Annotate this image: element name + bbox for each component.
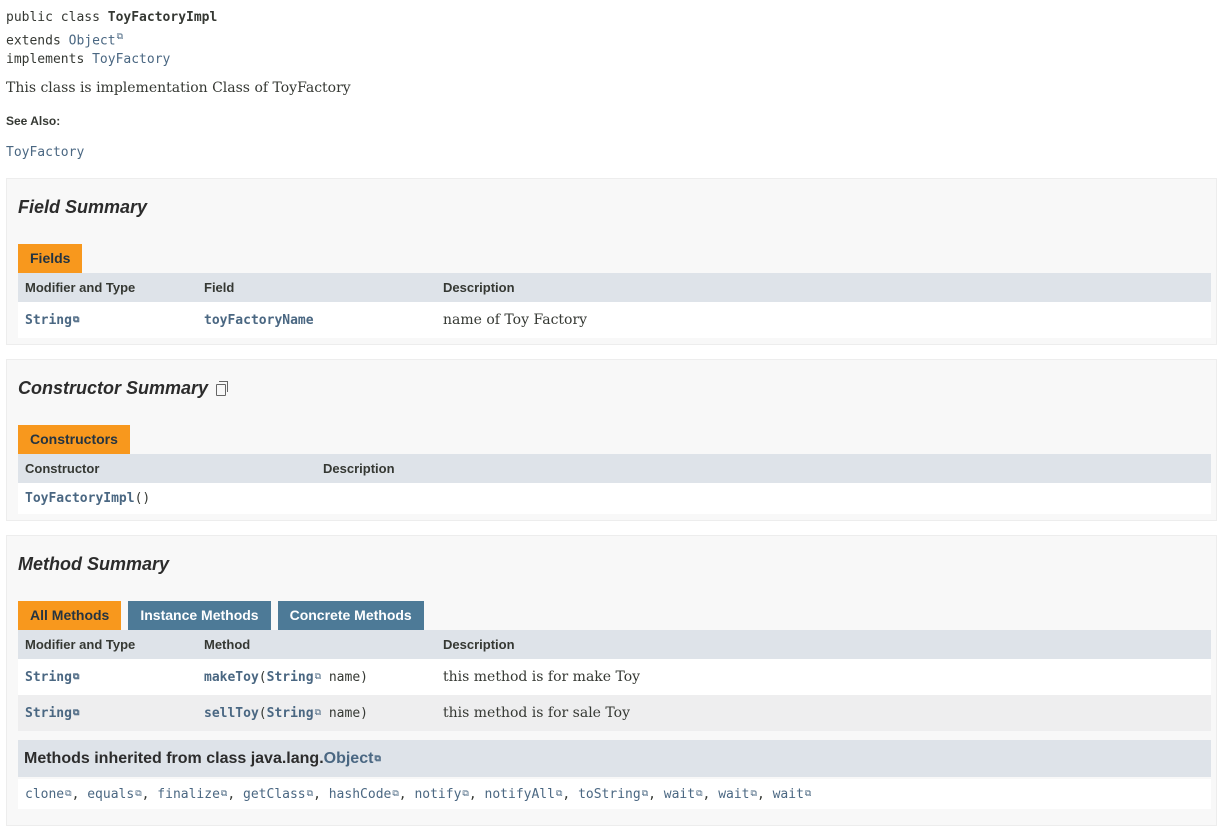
- field-summary-section: Field Summary Fields Modifier and Type F…: [6, 178, 1217, 345]
- inherited-method-link[interactable]: notify: [414, 787, 461, 802]
- extends-object-link[interactable]: Object: [69, 33, 116, 48]
- tab-concrete-methods[interactable]: Concrete Methods: [277, 601, 424, 630]
- inherited-method-link[interactable]: wait: [718, 787, 749, 802]
- constructor-summary-section: Constructor Summary Constructors Constru…: [6, 359, 1217, 521]
- class-name: ToyFactoryImpl: [107, 10, 218, 25]
- inherited-method-link[interactable]: wait: [664, 787, 695, 802]
- toyfactoryname-link[interactable]: toyFactoryName: [204, 313, 314, 328]
- separator: ,: [756, 786, 773, 802]
- implements-toyfactory-link[interactable]: ToyFactory: [92, 52, 170, 67]
- toyfactoryimpl-constructor-link[interactable]: ToyFactoryImpl: [25, 491, 135, 506]
- inherited-method-link[interactable]: wait: [773, 787, 804, 802]
- header-description: Description: [443, 280, 515, 295]
- constructor-summary-title: Constructor Summary: [18, 378, 229, 399]
- table-header: Modifier and Type Method Description: [18, 630, 1211, 659]
- header-modifier-type: Modifier and Type: [25, 637, 136, 652]
- signature-line-1: public class ToyFactoryImpl: [6, 10, 218, 25]
- constructor-tabs: Constructors: [18, 425, 130, 454]
- see-also-label: See Also:: [6, 114, 61, 128]
- external-link-icon: ⧉: [804, 789, 812, 799]
- separator: ,: [702, 786, 719, 802]
- separator: ,: [227, 786, 244, 802]
- tab-fields[interactable]: Fields: [18, 244, 83, 273]
- method-description: this method is for sale Toy: [443, 705, 630, 721]
- table-header: Constructor Description: [18, 454, 1211, 483]
- separator: ,: [648, 786, 664, 802]
- signature-line-3: implements ToyFactory: [6, 52, 171, 68]
- tab-all-methods[interactable]: All Methods: [18, 601, 122, 630]
- method-tabs: All Methods Instance Methods Concrete Me…: [18, 601, 424, 630]
- method-signature: sellToy(String ⧉ name): [204, 705, 368, 721]
- inherited-method-link[interactable]: finalize: [157, 787, 220, 802]
- field-description: name of Toy Factory: [443, 312, 588, 328]
- field-name: toyFactoryName: [204, 302, 314, 338]
- constructor-signature: ToyFactoryImpl(): [25, 491, 151, 506]
- tab-instance-methods[interactable]: Instance Methods: [128, 601, 271, 630]
- method-table: Modifier and Type Method Description Str…: [18, 630, 1211, 731]
- maketoy-method-link[interactable]: makeToy: [204, 670, 259, 685]
- field-table: Modifier and Type Field Description Stri…: [18, 273, 1211, 338]
- string-type-link[interactable]: String: [25, 670, 72, 685]
- table-row: String ⧉ sellToy(String ⧉ name) this metho…: [18, 695, 1211, 731]
- field-tabs: Fields: [18, 244, 83, 273]
- inherited-method-link[interactable]: hashCode: [329, 787, 392, 802]
- separator: ,: [313, 786, 329, 802]
- method-return-type: String ⧉: [25, 659, 79, 695]
- header-description: Description: [323, 461, 395, 476]
- separator: ,: [468, 786, 485, 802]
- tab-constructors[interactable]: Constructors: [18, 425, 130, 454]
- inherited-method-link[interactable]: clone: [25, 787, 64, 802]
- header-modifier-type: Modifier and Type: [25, 280, 136, 295]
- inherited-method-link[interactable]: equals: [87, 787, 134, 802]
- external-link-icon: ⧉: [72, 672, 80, 682]
- table-row: ToyFactoryImpl(): [18, 483, 1211, 514]
- inherited-method-link[interactable]: getClass: [243, 787, 306, 802]
- inherited-method-link[interactable]: toString: [578, 787, 641, 802]
- string-param-link[interactable]: String: [267, 670, 314, 685]
- separator: ,: [141, 786, 158, 802]
- separator: ,: [562, 786, 579, 802]
- separator: ,: [398, 786, 415, 802]
- inherited-methods-heading: Methods inherited from class java.lang. O…: [18, 740, 1211, 777]
- class-signature: public class ToyFactoryImpl extends Obje…: [6, 8, 217, 70]
- header-method: Method: [204, 637, 251, 652]
- separator: ,: [71, 786, 88, 802]
- inherited-methods-list: clone ⧉, equals ⧉, finalize ⧉, getClass ⧉, h…: [18, 779, 1211, 809]
- field-summary-title: Field Summary: [18, 197, 148, 217]
- inherited-method-link[interactable]: notifyAll: [485, 787, 555, 802]
- header-description: Description: [443, 637, 515, 652]
- copy-icon[interactable]: [216, 381, 229, 396]
- string-param-link[interactable]: String: [267, 706, 314, 721]
- see-also-toyfactory-link[interactable]: ToyFactory: [6, 145, 84, 160]
- method-signature: makeToy(String ⧉ name): [204, 669, 368, 685]
- string-type-link[interactable]: String: [25, 313, 72, 328]
- table-row: String ⧉ makeToy(String ⧉ name) this metho…: [18, 659, 1211, 695]
- signature-line-2: extends Object⧉: [6, 31, 124, 48]
- table-header: Modifier and Type Field Description: [18, 273, 1211, 302]
- inherited-object-link[interactable]: Object: [324, 750, 374, 768]
- external-link-icon: ⧉: [72, 315, 80, 325]
- class-description: This class is implementation Class of To…: [6, 80, 351, 96]
- header-constructor: Constructor: [25, 461, 100, 476]
- method-summary-section: Method Summary All Methods Instance Meth…: [6, 535, 1217, 826]
- method-description: this method is for make Toy: [443, 669, 641, 685]
- external-link-icon: ⧉: [72, 708, 80, 718]
- external-link-icon: ⧉: [374, 753, 381, 763]
- method-summary-title: Method Summary: [18, 554, 170, 574]
- table-row: String ⧉ toyFactoryName name of Toy Facto…: [18, 302, 1211, 338]
- method-return-type: String ⧉: [25, 695, 79, 731]
- external-link-icon: ⧉: [116, 31, 124, 42]
- header-field: Field: [204, 280, 235, 295]
- selltoy-method-link[interactable]: sellToy: [204, 706, 259, 721]
- constructor-table: Constructor Description ToyFactoryImpl(): [18, 454, 1211, 514]
- string-type-link[interactable]: String: [25, 706, 72, 721]
- field-type: String ⧉: [25, 302, 79, 338]
